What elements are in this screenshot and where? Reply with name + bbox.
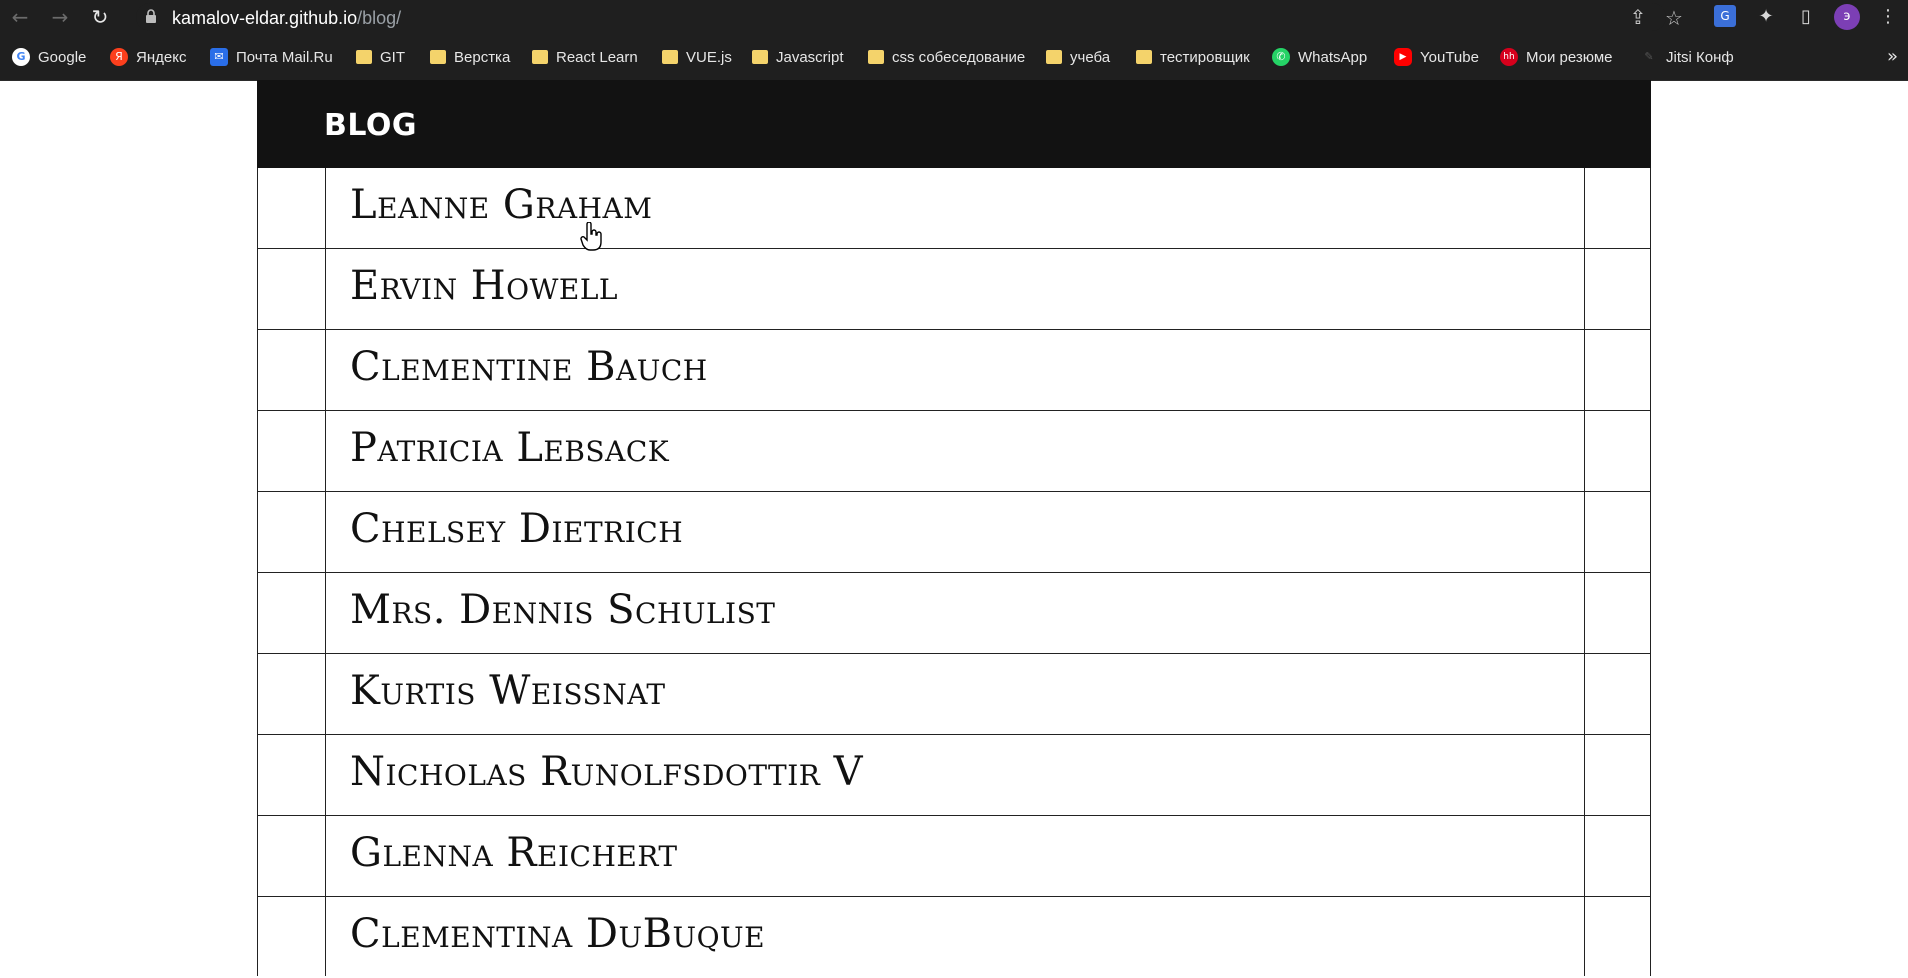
bookmark-css-interview[interactable]: css собеседование — [868, 34, 1025, 80]
avatar[interactable]: э — [1834, 4, 1860, 30]
bookmark-mail[interactable]: ✉ Почта Mail.Ru — [210, 34, 333, 80]
bookmark-label: Jitsi Конф — [1666, 48, 1734, 66]
user-name[interactable]: Patricia Lebsack — [350, 425, 669, 471]
back-icon[interactable]: ← — [8, 5, 32, 29]
bookmark-label: тестировщик — [1160, 48, 1250, 66]
bookmark-label: учеба — [1070, 48, 1111, 66]
bookmark-ucheba[interactable]: учеба — [1046, 34, 1110, 80]
extensions-icon[interactable]: ✦ — [1754, 5, 1778, 29]
google-icon: G — [12, 48, 30, 66]
folder-icon — [1046, 50, 1062, 64]
star-icon[interactable]: ☆ — [1662, 6, 1686, 30]
reload-icon[interactable]: ↻ — [88, 5, 112, 29]
list-item[interactable]: Glenna Reichert — [258, 816, 1650, 897]
user-name[interactable]: Nicholas Runolfsdottir V — [350, 749, 863, 795]
bookmark-hh[interactable]: hh Мои резюме — [1500, 34, 1613, 80]
bookmark-whatsapp[interactable]: ✆ WhatsApp — [1272, 34, 1367, 80]
page-title: BLOG — [324, 108, 418, 143]
bookmark-label: Почта Mail.Ru — [236, 48, 333, 66]
hand-cursor-icon — [580, 222, 602, 251]
folder-icon — [356, 50, 372, 64]
list-item[interactable]: Nicholas Runolfsdottir V — [258, 735, 1650, 816]
folder-icon — [1136, 50, 1152, 64]
forward-icon[interactable]: → — [48, 5, 72, 29]
blog-header: BLOG — [257, 80, 1651, 168]
user-list: Leanne Graham Ervin Howell Clementine Ba… — [257, 168, 1651, 976]
user-name[interactable]: Glenna Reichert — [350, 830, 678, 876]
user-name[interactable]: Ervin Howell — [350, 263, 618, 309]
bookmarks-overflow-icon[interactable]: » — [1887, 34, 1898, 80]
bookmark-react-learn[interactable]: React Learn — [532, 34, 638, 80]
bookmark-tester[interactable]: тестировщик — [1136, 34, 1250, 80]
list-item[interactable]: Clementina DuBuque — [258, 897, 1650, 978]
bookmark-label: WhatsApp — [1298, 48, 1368, 66]
bookmark-git[interactable]: GIT — [356, 34, 405, 80]
mail-icon: ✉ — [210, 48, 228, 66]
bookmark-label: css собеседование — [892, 48, 1026, 66]
list-item[interactable]: Clementine Bauch — [258, 330, 1650, 411]
user-name[interactable]: Clementine Bauch — [350, 344, 708, 390]
folder-icon — [752, 50, 768, 64]
bookmark-verstka[interactable]: Верстка — [430, 34, 510, 80]
youtube-icon: ▶ — [1394, 48, 1412, 66]
folder-icon — [868, 50, 884, 64]
whatsapp-icon: ✆ — [1272, 48, 1290, 66]
bookmark-google[interactable]: G Google — [12, 34, 86, 80]
bookmark-label: Google — [38, 48, 87, 66]
list-item[interactable]: Mrs. Dennis Schulist — [258, 573, 1650, 654]
browser-toolbar: ← → ↻ kamalov-eldar.github.io/blog/ ⇪ ☆ … — [0, 0, 1908, 34]
folder-icon — [430, 50, 446, 64]
user-name[interactable]: Leanne Graham — [350, 182, 652, 228]
list-item[interactable]: Ervin Howell — [258, 249, 1650, 330]
side-panel-icon[interactable]: ▯ — [1794, 5, 1818, 29]
list-item[interactable]: Patricia Lebsack — [258, 411, 1650, 492]
list-item[interactable]: Kurtis Weissnat — [258, 654, 1650, 735]
jitsi-icon: ✎ — [1644, 50, 1654, 63]
bookmark-label: VUE.js — [686, 48, 732, 66]
url-text[interactable]: kamalov-eldar.github.io/blog/ — [172, 8, 401, 28]
user-name[interactable]: Kurtis Weissnat — [350, 668, 666, 714]
translate-icon[interactable]: G — [1714, 5, 1736, 27]
list-item[interactable]: Chelsey Dietrich — [258, 492, 1650, 573]
list-item[interactable]: Leanne Graham — [258, 168, 1650, 249]
bookmark-jitsi[interactable]: ✎ Jitsi Конф — [1640, 34, 1734, 80]
bookmark-label: YouTube — [1420, 48, 1479, 66]
menu-icon[interactable]: ⋮ — [1876, 5, 1900, 29]
folder-icon — [662, 50, 678, 64]
bookmark-javascript[interactable]: Javascript — [752, 34, 844, 80]
user-name[interactable]: Mrs. Dennis Schulist — [350, 587, 775, 633]
bookmarks-bar: G Google Я Яндекс ✉ Почта Mail.Ru GIT Верст… — [0, 34, 1908, 81]
bookmark-label: Яндекс — [136, 48, 187, 66]
bookmark-label: Мои резюме — [1526, 48, 1613, 66]
folder-icon — [532, 50, 548, 64]
bookmark-vue[interactable]: VUE.js — [662, 34, 732, 80]
bookmark-yandex[interactable]: Я Яндекс — [110, 34, 186, 80]
address-bar[interactable]: kamalov-eldar.github.io/blog/ ⇪ ☆ — [136, 3, 1683, 31]
yandex-icon: Я — [110, 48, 128, 66]
lock-icon[interactable] — [146, 9, 156, 23]
bookmark-label: Javascript — [776, 48, 844, 66]
bookmark-label: GIT — [380, 48, 405, 66]
url-path: /blog/ — [357, 8, 402, 28]
bookmark-label: Верстка — [454, 48, 511, 66]
bookmark-youtube[interactable]: ▶ YouTube — [1394, 34, 1479, 80]
share-icon[interactable]: ⇪ — [1626, 5, 1650, 29]
user-name[interactable]: Clementina DuBuque — [350, 911, 765, 957]
hh-icon: hh — [1500, 48, 1518, 66]
bookmark-label: React Learn — [556, 48, 638, 66]
url-host: kamalov-eldar.github.io — [172, 8, 358, 28]
user-name[interactable]: Chelsey Dietrich — [350, 506, 683, 552]
